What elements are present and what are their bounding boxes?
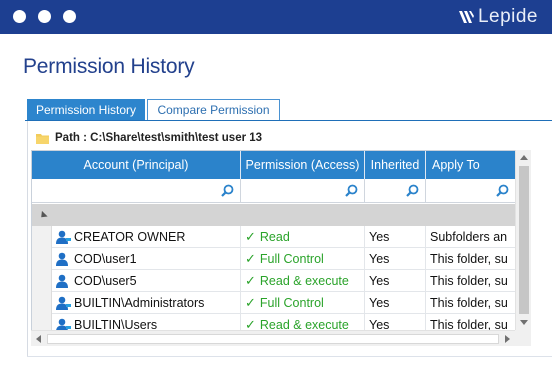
account-cell: CREATOR OWNER xyxy=(52,226,241,248)
user-icon xyxy=(56,230,71,244)
permission-cell: ✓ Read & execute xyxy=(241,270,365,292)
table-row[interactable]: CREATOR OWNER ✓ Read Yes Subfolders an xyxy=(52,226,516,248)
table-row[interactable]: COD\user5 ✓ Read & execute Yes This folde… xyxy=(52,270,516,292)
column-header-apply-to[interactable]: Apply To xyxy=(426,151,516,179)
column-header-inherited[interactable]: Inherited xyxy=(365,151,426,179)
table-row[interactable]: COD\user1 ✓ Full Control Yes This folder,… xyxy=(52,248,516,270)
horizontal-scrollbar[interactable] xyxy=(31,330,515,346)
search-icon[interactable] xyxy=(496,184,509,197)
lepide-logo-icon xyxy=(458,11,474,23)
account-cell: BUILTIN\Administrators xyxy=(52,292,241,314)
permission-cell: ✓ Read xyxy=(241,226,365,248)
checkmark-icon: ✓ xyxy=(245,273,256,288)
inherited-cell: Yes xyxy=(365,270,426,292)
scroll-right-icon[interactable] xyxy=(505,335,510,343)
search-icon[interactable] xyxy=(406,184,419,197)
permission-filter-cell[interactable] xyxy=(241,179,365,203)
account-name: CREATOR OWNER xyxy=(74,230,186,244)
permission-value: Read xyxy=(259,230,290,244)
scrollbar-corner xyxy=(515,330,531,346)
app-header-bar: Lepide xyxy=(0,0,552,34)
scroll-down-icon[interactable] xyxy=(520,320,528,325)
permissions-grid: Account (Principal) Permission (Access) … xyxy=(31,150,531,346)
page-title: Permission History xyxy=(23,55,195,78)
account-name: COD\user5 xyxy=(74,274,137,288)
account-filter-cell[interactable] xyxy=(32,179,241,203)
user-icon xyxy=(56,296,71,310)
permission-value: Full Control xyxy=(259,252,324,266)
table-row[interactable]: BUILTIN\Administrators ✓ Full Control Yes… xyxy=(52,292,516,314)
column-header-permission[interactable]: Permission (Access) xyxy=(241,151,365,179)
tab-permission-history[interactable]: Permission History xyxy=(27,99,145,121)
expand-triangle-icon[interactable] xyxy=(38,210,48,221)
inherited-cell: Yes xyxy=(365,248,426,270)
search-icon[interactable] xyxy=(221,184,234,197)
account-name: BUILTIN\Administrators xyxy=(74,296,205,310)
horizontal-scroll-thumb[interactable] xyxy=(47,334,499,344)
user-icon xyxy=(56,252,68,266)
group-row[interactable] xyxy=(32,204,516,226)
inherited-cell: Yes xyxy=(365,292,426,314)
apply-to-cell: Subfolders an xyxy=(430,230,508,244)
column-header-account[interactable]: Account (Principal) xyxy=(32,151,241,179)
apply-to-filter-cell[interactable] xyxy=(426,179,516,203)
permission-cell: ✓ Full Control xyxy=(241,292,365,314)
tab-compare-permission[interactable]: Compare Permission xyxy=(147,99,280,120)
vertical-scrollbar[interactable] xyxy=(515,150,531,330)
vertical-scroll-thumb[interactable] xyxy=(519,166,529,314)
checkmark-icon: ✓ xyxy=(245,251,256,266)
permission-cell: ✓ Full Control xyxy=(241,248,365,270)
permission-value: Full Control xyxy=(259,296,324,310)
checkmark-icon: ✓ xyxy=(245,229,256,244)
panel-divider xyxy=(27,356,552,357)
window-dot-icon xyxy=(63,10,76,23)
account-cell: COD\user5 xyxy=(52,270,241,292)
path-bar: Path : C:\Share\test\smith\test user 13 xyxy=(36,127,262,149)
permission-value: Read & execute xyxy=(259,274,349,288)
brand-logo: Lepide xyxy=(458,6,538,28)
inherited-filter-cell[interactable] xyxy=(365,179,426,203)
path-text: Path : C:\Share\test\smith\test user 13 xyxy=(55,132,263,144)
scroll-up-icon[interactable] xyxy=(520,155,528,160)
brand-name: Lepide xyxy=(477,6,538,27)
window-dot-icon xyxy=(38,10,51,23)
account-name: COD\user1 xyxy=(74,252,137,266)
user-icon xyxy=(56,274,68,288)
search-icon[interactable] xyxy=(345,184,358,197)
apply-to-cell: This folder, su xyxy=(430,296,508,310)
inherited-cell: Yes xyxy=(365,226,426,248)
apply-to-cell: This folder, su xyxy=(430,274,508,288)
account-cell: COD\user1 xyxy=(52,248,241,270)
row-indent xyxy=(32,226,52,345)
checkmark-icon: ✓ xyxy=(245,295,256,310)
folder-icon xyxy=(36,133,49,144)
scroll-left-icon[interactable] xyxy=(36,335,41,343)
window-dot-icon xyxy=(13,10,26,23)
apply-to-cell: This folder, su xyxy=(430,252,508,266)
